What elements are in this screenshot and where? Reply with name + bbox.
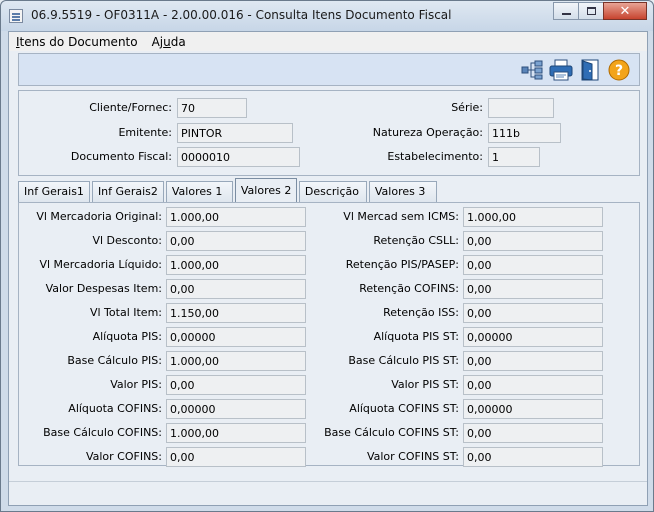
serie-field[interactable] bbox=[488, 98, 554, 118]
vl-desconto-field[interactable]: 0,00 bbox=[166, 231, 306, 251]
vl-mercadoria-liquido-field[interactable]: 1.000,00 bbox=[166, 255, 306, 275]
vl-total-item-field[interactable]: 1.150,00 bbox=[166, 303, 306, 323]
help-glyph: ? bbox=[615, 63, 623, 79]
maximize-icon bbox=[586, 7, 596, 15]
print-icon[interactable] bbox=[549, 58, 573, 82]
menu-label: tens do Documento bbox=[19, 34, 138, 49]
aliquota-cofins-field[interactable]: 0,00000 bbox=[166, 399, 306, 419]
valor-cofins-st-label: Valor COFINS ST: bbox=[366, 450, 459, 463]
status-bar bbox=[9, 481, 647, 505]
vl-desconto-label: Vl Desconto: bbox=[92, 234, 162, 247]
vl-mercadoria-original-field[interactable]: 1.000,00 bbox=[166, 207, 306, 227]
menu-accel: u bbox=[163, 34, 171, 49]
cliente-field[interactable]: 70 bbox=[177, 98, 247, 118]
retencao-pis-pasep-field[interactable]: 0,00 bbox=[463, 255, 603, 275]
retencao-cofins-field[interactable]: 0,00 bbox=[463, 279, 603, 299]
aliquota-pis-label: Alíquota PIS: bbox=[92, 330, 162, 343]
emitente-field[interactable]: PINTOR bbox=[177, 123, 293, 143]
window-title: 06.9.5519 - OF0311A - 2.00.00.016 - Cons… bbox=[31, 8, 452, 22]
base-calculo-cofins-label: Base Cálculo COFINS: bbox=[43, 426, 162, 439]
exit-door-icon[interactable] bbox=[578, 58, 602, 82]
tab-descricao[interactable]: Descrição bbox=[298, 181, 367, 202]
tab-inf-gerais2[interactable]: Inf Gerais2 bbox=[91, 181, 164, 202]
app-window: 06.9.5519 - OF0311A - 2.00.00.016 - Cons… bbox=[0, 0, 654, 512]
valor-cofins-field[interactable]: 0,00 bbox=[166, 447, 306, 467]
toolbar: ? bbox=[18, 53, 640, 86]
estabelecimento-field[interactable]: 1 bbox=[488, 147, 540, 167]
aliquota-pis-field[interactable]: 0,00000 bbox=[166, 327, 306, 347]
window-controls: ✕ bbox=[553, 2, 647, 20]
documento-fiscal-label: Documento Fiscal: bbox=[70, 150, 172, 163]
base-calculo-pis-st-label: Base Cálculo PIS ST: bbox=[348, 354, 459, 367]
vl-mercad-sem-icms-field[interactable]: 1.000,00 bbox=[463, 207, 603, 227]
vl-mercadoria-original-label: Vl Mercadoria Original: bbox=[36, 210, 162, 223]
base-calculo-pis-st-field[interactable]: 0,00 bbox=[463, 351, 603, 371]
base-calculo-cofins-st-label: Base Cálculo COFINS ST: bbox=[324, 426, 459, 439]
minimize-icon bbox=[561, 13, 571, 15]
tab-strip: Inf Gerais1 Inf Gerais2 Valores 1 Valore… bbox=[18, 178, 439, 202]
vl-total-item-label: Vl Total Item: bbox=[89, 306, 162, 319]
retencao-csll-field[interactable]: 0,00 bbox=[463, 231, 603, 251]
valor-cofins-st-field[interactable]: 0,00 bbox=[463, 447, 603, 467]
base-calculo-cofins-field[interactable]: 1.000,00 bbox=[166, 423, 306, 443]
natureza-operacao-label: Natureza Operação: bbox=[372, 126, 483, 139]
close-icon: ✕ bbox=[619, 3, 631, 19]
aliquota-pis-st-field[interactable]: 0,00000 bbox=[463, 327, 603, 347]
retencao-iss-field[interactable]: 0,00 bbox=[463, 303, 603, 323]
menu-itens-documento[interactable]: Itens do Documento bbox=[9, 35, 145, 49]
app-icon[interactable] bbox=[9, 9, 23, 23]
header-panel: Cliente/Fornec: 70 Emitente: PINTOR Docu… bbox=[18, 90, 640, 176]
retencao-csll-label: Retenção CSLL: bbox=[373, 234, 459, 247]
close-button[interactable]: ✕ bbox=[603, 2, 647, 20]
retencao-iss-label: Retenção ISS: bbox=[383, 306, 459, 319]
valor-pis-st-label: Valor PIS ST: bbox=[391, 378, 459, 391]
vl-mercad-sem-icms-label: Vl Mercad sem ICMS: bbox=[343, 210, 459, 223]
menu-label: Aj bbox=[151, 34, 164, 49]
aliquota-cofins-st-field[interactable]: 0,00000 bbox=[463, 399, 603, 419]
natureza-operacao-field[interactable]: 111b bbox=[488, 123, 561, 143]
tab-inf-gerais1[interactable]: Inf Gerais1 bbox=[18, 181, 90, 202]
aliquota-cofins-label: Alíquota COFINS: bbox=[68, 402, 162, 415]
valor-pis-field[interactable]: 0,00 bbox=[166, 375, 306, 395]
base-calculo-cofins-st-field[interactable]: 0,00 bbox=[463, 423, 603, 443]
menu-label: da bbox=[170, 34, 186, 49]
vl-mercadoria-liquido-label: Vl Mercadoria Líquido: bbox=[39, 258, 162, 271]
tab-valores-1[interactable]: Valores 1 bbox=[165, 181, 233, 202]
maximize-button[interactable] bbox=[578, 2, 604, 20]
aliquota-pis-st-label: Alíquota PIS ST: bbox=[373, 330, 459, 343]
menu-ajuda[interactable]: Ajuda bbox=[145, 35, 193, 49]
valor-pis-st-field[interactable]: 0,00 bbox=[463, 375, 603, 395]
serie-label: Série: bbox=[451, 101, 483, 114]
valor-cofins-label: Valor COFINS: bbox=[85, 450, 162, 463]
minimize-button[interactable] bbox=[553, 2, 579, 20]
emitente-label: Emitente: bbox=[118, 126, 172, 139]
tab-panel-valores-2: Vl Mercadoria Original: 1.000,00 Vl Descon… bbox=[18, 202, 640, 467]
documento-fiscal-field[interactable]: 0000010 bbox=[177, 147, 300, 167]
retencao-cofins-label: Retenção COFINS: bbox=[359, 282, 459, 295]
valor-pis-label: Valor PIS: bbox=[110, 378, 162, 391]
valor-despesas-item-label: Valor Despesas Item: bbox=[45, 282, 162, 295]
base-calculo-pis-label: Base Cálculo PIS: bbox=[67, 354, 162, 367]
aliquota-cofins-st-label: Alíquota COFINS ST: bbox=[349, 402, 459, 415]
hierarchy-icon[interactable] bbox=[520, 58, 544, 82]
help-icon[interactable]: ? bbox=[607, 58, 631, 82]
tab-valores-3[interactable]: Valores 3 bbox=[368, 181, 437, 202]
menu-bar: Itens do Documento Ajuda bbox=[9, 32, 647, 51]
client-area: Itens do Documento Ajuda ? Cliente/Forne… bbox=[8, 31, 648, 506]
tab-valores-2[interactable]: Valores 2 bbox=[234, 178, 297, 202]
base-calculo-pis-field[interactable]: 1.000,00 bbox=[166, 351, 306, 371]
cliente-label: Cliente/Fornec: bbox=[89, 101, 172, 114]
retencao-pis-pasep-label: Retenção PIS/PASEP: bbox=[345, 258, 459, 271]
title-bar[interactable]: 06.9.5519 - OF0311A - 2.00.00.016 - Cons… bbox=[1, 1, 653, 31]
valor-despesas-item-field[interactable]: 0,00 bbox=[166, 279, 306, 299]
estabelecimento-label: Estabelecimento: bbox=[387, 150, 483, 163]
